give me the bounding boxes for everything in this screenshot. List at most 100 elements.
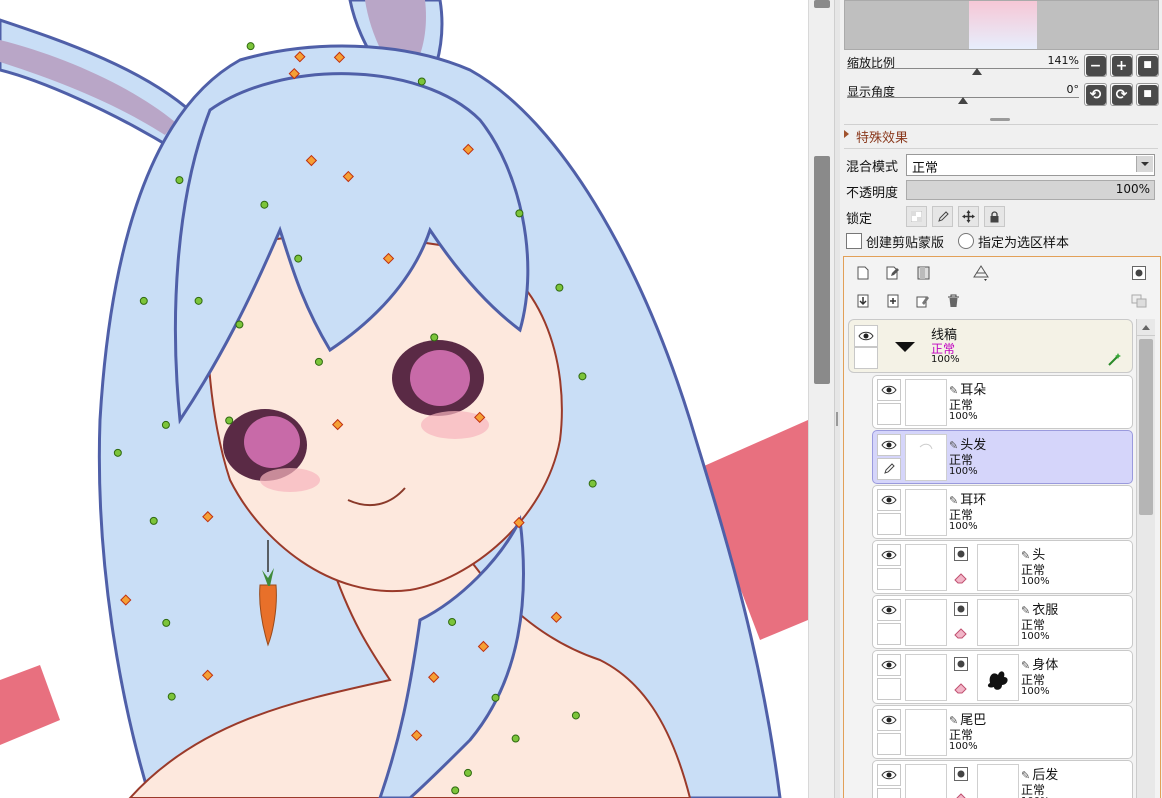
new-vector-layer-icon[interactable]: [884, 264, 902, 282]
layer-sub-toggle[interactable]: [877, 623, 901, 645]
mask-thumbnail[interactable]: [977, 599, 1019, 646]
layer-thumbnail[interactable]: [905, 709, 947, 756]
anchor-point-circle[interactable]: [491, 693, 500, 702]
anchor-point-circle[interactable]: [463, 768, 472, 777]
anchor-point-circle[interactable]: [149, 516, 158, 525]
scroll-up-arrow-icon[interactable]: [1137, 319, 1155, 336]
effects-section-header[interactable]: 特殊效果: [844, 124, 1158, 147]
layer-row[interactable]: ✎后发正常100%: [872, 760, 1133, 798]
merge-down-icon[interactable]: [854, 292, 872, 310]
layer-thumbnail[interactable]: [905, 654, 947, 701]
rotate-left-button[interactable]: ⟲: [1084, 83, 1107, 106]
rotate-right-button[interactable]: ⟳: [1110, 83, 1133, 106]
anchor-point-circle[interactable]: [511, 734, 520, 743]
layer-effects-icon[interactable]: [972, 264, 990, 282]
anchor-point-circle[interactable]: [417, 77, 426, 86]
layer-row[interactable]: ✎ 耳环 正常 100%: [872, 485, 1133, 539]
checker-lock-icon[interactable]: [906, 206, 927, 227]
eye-icon[interactable]: [877, 599, 901, 621]
navigator-thumbnail[interactable]: [969, 1, 1037, 49]
anchor-point-circle[interactable]: [175, 176, 184, 185]
mask-link-icon[interactable]: [951, 545, 971, 563]
anchor-point-circle[interactable]: [451, 786, 460, 795]
clipping-mask-checkbox[interactable]: [846, 233, 862, 249]
scrollbar-thumb[interactable]: [814, 156, 830, 384]
eye-icon[interactable]: [877, 489, 901, 511]
selection-sample-option[interactable]: 指定为选区样本: [958, 232, 1069, 251]
eye-icon[interactable]: [877, 379, 901, 401]
eraser-icon[interactable]: [951, 624, 971, 642]
layer-sub-toggle[interactable]: [877, 513, 901, 535]
clipping-mask-option[interactable]: 创建剪贴蒙版: [846, 232, 944, 251]
anchor-point-circle[interactable]: [162, 618, 171, 627]
padlock-icon[interactable]: [984, 206, 1005, 227]
anchor-point-circle[interactable]: [588, 479, 597, 488]
canvas-vertical-scrollbar[interactable]: [808, 0, 835, 798]
transfer-layer-icon[interactable]: [1130, 292, 1148, 310]
edit-pencil-icon[interactable]: [877, 458, 901, 480]
drawing-canvas[interactable]: [0, 0, 808, 798]
anchor-point-circle[interactable]: [571, 711, 580, 720]
zoom-reset-button[interactable]: ■: [1136, 54, 1159, 77]
zoom-track[interactable]: [847, 68, 1079, 69]
pencil-lock-icon[interactable]: [932, 206, 953, 227]
layer-thumbnail[interactable]: [905, 489, 947, 536]
opacity-slider[interactable]: 100%: [906, 180, 1155, 200]
new-layer-icon[interactable]: [854, 264, 872, 282]
anchor-point-circle[interactable]: [167, 692, 176, 701]
anchor-point-circle[interactable]: [578, 372, 587, 381]
clear-layer-icon[interactable]: [914, 292, 932, 310]
zoom-slider-handle[interactable]: [971, 68, 982, 75]
zoom-out-button[interactable]: −: [1084, 54, 1107, 77]
layer-mask-toggle-icon[interactable]: [1130, 264, 1148, 282]
anchor-point-circle[interactable]: [194, 296, 203, 305]
mask-thumbnail[interactable]: [977, 654, 1019, 701]
zoom-in-button[interactable]: +: [1110, 54, 1133, 77]
layer-thumbnail[interactable]: [905, 544, 947, 591]
anchor-point-circle[interactable]: [235, 320, 244, 329]
trash-icon[interactable]: [944, 292, 962, 310]
layer-sub-toggle[interactable]: [877, 568, 901, 590]
layer-sub-toggle[interactable]: [877, 678, 901, 700]
layer-thumbnail[interactable]: [905, 764, 947, 798]
mask-thumbnail[interactable]: [977, 544, 1019, 591]
eye-icon[interactable]: [877, 434, 901, 456]
layer-thumbnail[interactable]: [905, 434, 947, 481]
eraser-icon[interactable]: [951, 569, 971, 587]
navigator-preview[interactable]: [844, 0, 1159, 50]
anchor-point-circle[interactable]: [515, 209, 524, 218]
layer-sub-toggle[interactable]: [877, 733, 901, 755]
mask-link-icon[interactable]: [951, 655, 971, 673]
anchor-point-circle[interactable]: [246, 42, 255, 51]
layer-row[interactable]: ✎ 尾巴 正常 100%: [872, 705, 1133, 759]
anchor-point-circle[interactable]: [314, 357, 323, 366]
folder-collapse-arrow-icon[interactable]: [895, 342, 915, 352]
chevron-down-icon[interactable]: [1136, 156, 1153, 172]
anchor-point-circle[interactable]: [430, 333, 439, 342]
layer-sub-toggle[interactable]: [877, 403, 901, 425]
angle-slider-handle[interactable]: [958, 97, 968, 104]
scrollbar-top-thumb[interactable]: [814, 0, 830, 8]
layer-scrollbar-thumb[interactable]: [1139, 339, 1153, 515]
selection-sample-radio[interactable]: [958, 233, 974, 249]
anchor-point-circle[interactable]: [139, 296, 148, 305]
eye-icon[interactable]: [877, 544, 901, 566]
merge-visible-icon[interactable]: [884, 292, 902, 310]
new-folder-icon[interactable]: [914, 264, 932, 282]
layer-list-scrollbar[interactable]: [1136, 319, 1155, 798]
move-lock-icon[interactable]: [958, 206, 979, 227]
eye-icon[interactable]: [877, 709, 901, 731]
anchor-point-circle[interactable]: [448, 617, 457, 626]
anchor-point-circle[interactable]: [113, 448, 122, 457]
layer-row[interactable]: ✎ 身体 正常 100%: [872, 650, 1133, 704]
layer-thumbnail[interactable]: [905, 379, 947, 426]
eraser-icon[interactable]: [951, 789, 971, 798]
angle-slider[interactable]: 显示角度 0°: [847, 83, 1079, 109]
splitter-grip[interactable]: [836, 412, 838, 426]
anchor-point-circle[interactable]: [555, 283, 564, 292]
mask-link-icon[interactable]: [951, 765, 971, 783]
rotate-reset-button[interactable]: ■: [1136, 83, 1159, 106]
anchor-point-circle[interactable]: [260, 200, 269, 209]
blend-mode-select[interactable]: 正常: [906, 154, 1155, 176]
layer-row[interactable]: ✎ 衣服 正常 100%: [872, 595, 1133, 649]
